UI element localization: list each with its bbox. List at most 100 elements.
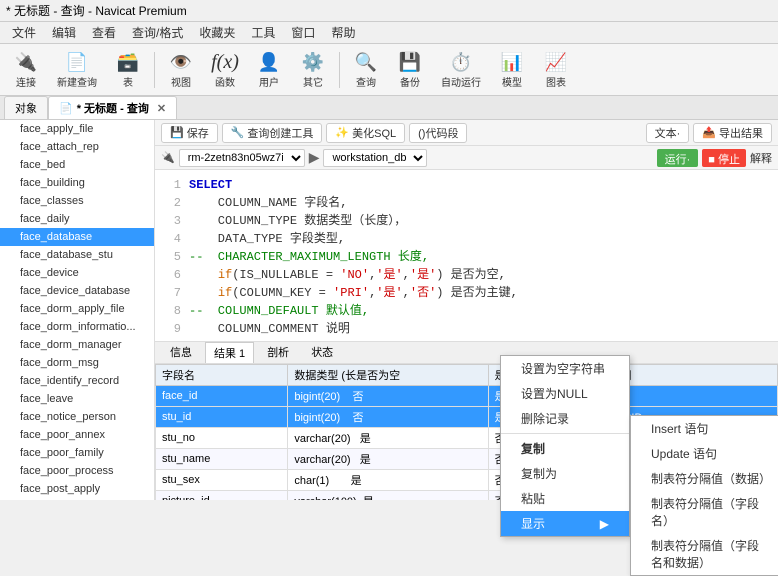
table-button[interactable]: 🗃️ 表	[108, 48, 148, 92]
new-query-label: 新建查询	[57, 74, 97, 89]
ctx-copy[interactable]: 复制	[501, 436, 629, 461]
backup-label: 备份	[400, 74, 420, 89]
query-builder-button[interactable]: 🔧 查询创建工具	[222, 123, 323, 143]
menu-view[interactable]: 查看	[84, 22, 124, 43]
model-button[interactable]: 📊 模型	[492, 48, 532, 92]
tab-query-icon: 📄	[59, 102, 73, 115]
tab-query[interactable]: 📄 * 无标题 - 查询 ✕	[48, 96, 177, 119]
sidebar-item-face-device[interactable]: face_device	[0, 264, 154, 282]
backup-button[interactable]: 💾 备份	[390, 48, 430, 92]
other-button[interactable]: ⚙️ 其它	[293, 48, 333, 92]
autorun-button[interactable]: ⏱️ 自动运行	[434, 48, 488, 92]
ctx-set-empty-string[interactable]: 设置为空字符串	[501, 356, 629, 381]
function-button[interactable]: f(x) 函数	[205, 48, 245, 92]
tab-close-icon[interactable]: ✕	[157, 102, 166, 115]
sidebar-item-face-leave[interactable]: face_leave	[0, 390, 154, 408]
sidebar-item-face-database-stu[interactable]: face_database_stu	[0, 246, 154, 264]
save-icon: 💾	[170, 126, 184, 139]
model-icon: 📊	[500, 51, 524, 74]
sql-editor[interactable]: 1 SELECT 2 COLUMN_NAME 字段名, 3 COLUMN_TYP…	[155, 170, 778, 342]
ctx-set-null[interactable]: 设置为NULL	[501, 381, 629, 406]
editor-line-1: 1 SELECT	[161, 176, 772, 194]
ctx-delete-record[interactable]: 删除记录	[501, 406, 629, 431]
connect-icon: 🔌	[14, 51, 38, 74]
editor-line-8: 8 -- COLUMN_DEFAULT 默认值,	[161, 302, 772, 320]
editor-line-6: 6 if(IS_NULLABLE = 'NO','是','是') 是否为空,	[161, 266, 772, 284]
result-tab-analyze[interactable]: 剖析	[258, 342, 298, 364]
sidebar-item-face-poor-annex[interactable]: face_poor_annex	[0, 426, 154, 444]
user-label: 用户	[259, 74, 279, 89]
sidebar-item-face-daily[interactable]: face_daily	[0, 210, 154, 228]
view-button[interactable]: 👁️ 视图	[161, 48, 201, 92]
sidebar-item-face-post-apply[interactable]: face_post_apply	[0, 480, 154, 498]
code-snippet-label: ()代码段	[418, 125, 458, 141]
sidebar-item-face-attach-rep[interactable]: face_attach_rep	[0, 138, 154, 156]
cell-field: face_id	[156, 385, 288, 406]
database-select[interactable]: workstation_db	[323, 149, 427, 167]
menu-query[interactable]: 查询/格式	[124, 22, 191, 43]
menu-help[interactable]: 帮助	[323, 22, 363, 43]
cell-field: stu_no	[156, 427, 288, 448]
cell-type: bigint(20) 否	[288, 406, 488, 427]
sidebar-item-face-dorm-apply-file[interactable]: face_dorm_apply_file	[0, 300, 154, 318]
result-tab-status[interactable]: 状态	[302, 342, 342, 364]
connect-button[interactable]: 🔌 连接	[6, 48, 46, 92]
connection-select[interactable]: rm-2zetn83n05wz7i	[179, 149, 305, 167]
sidebar-item-face-identify-record[interactable]: face_identify_record	[0, 372, 154, 390]
sidebar-item-face-device-database[interactable]: face_device_database	[0, 282, 154, 300]
text-button[interactable]: 文本·	[646, 123, 690, 143]
ctx-show[interactable]: 显示 ▶	[501, 511, 629, 536]
query-button[interactable]: 🔍 查询	[346, 48, 386, 92]
sub-ctx-update[interactable]: Update 语句	[631, 441, 778, 466]
query-icon: 🔍	[354, 51, 378, 74]
sidebar-item-face-database[interactable]: face_database	[0, 228, 154, 246]
save-button[interactable]: 💾 保存	[161, 123, 218, 143]
chart-button[interactable]: 📈 图表	[536, 48, 576, 92]
tab-objects[interactable]: 对象	[4, 96, 48, 119]
query-label: 查询	[356, 74, 376, 89]
sidebar-item-face-notice-person[interactable]: face_notice_person	[0, 408, 154, 426]
sidebar-item-face-poor-process[interactable]: face_poor_process	[0, 462, 154, 480]
sidebar-item-face-poor-family[interactable]: face_poor_family	[0, 444, 154, 462]
backup-icon: 💾	[398, 51, 422, 74]
sub-ctx-tab-data[interactable]: 制表符分隔值（数据）	[631, 466, 778, 491]
menu-window[interactable]: 窗口	[283, 22, 323, 43]
table-header-row: 字段名 数据类型 (长是否为空 是否为主键 说明	[156, 364, 778, 385]
toolbar: 🔌 连接 📄 新建查询 🗃️ 表 👁️ 视图 f(x) 函数 👤 用户 ⚙️ 其…	[0, 44, 778, 96]
ctx-paste[interactable]: 粘贴	[501, 486, 629, 511]
beautify-sql-button[interactable]: ✨ 美化SQL	[326, 123, 405, 143]
stop-button[interactable]: ■ 停止	[702, 149, 746, 167]
menu-favorites[interactable]: 收藏夹	[191, 22, 243, 43]
run-button[interactable]: 运行·	[657, 149, 699, 167]
sidebar-item-face-dorm-msg[interactable]: face_dorm_msg	[0, 354, 154, 372]
editor-line-2: 2 COLUMN_NAME 字段名,	[161, 194, 772, 212]
menu-file[interactable]: 文件	[4, 22, 44, 43]
ctx-copy-as[interactable]: 复制为	[501, 461, 629, 486]
query-builder-label: 查询创建工具	[247, 125, 313, 141]
conn-bar: 🔌 rm-2zetn83n05wz7i ▶ workstation_db 运行·…	[155, 146, 778, 170]
table-row[interactable]: face_id bigint(20) 否 是 ID	[156, 385, 778, 406]
result-tab-info[interactable]: 信息	[161, 342, 201, 364]
menu-tools[interactable]: 工具	[243, 22, 283, 43]
editor-line-4: 4 DATA_TYPE 字段类型,	[161, 230, 772, 248]
cell-field: picture_id	[156, 490, 288, 500]
export-result-button[interactable]: 📤 导出结果	[693, 123, 772, 143]
code-snippet-button[interactable]: ()代码段	[409, 123, 467, 143]
function-label: 函数	[215, 74, 235, 89]
sidebar-item-face-dorm-information[interactable]: face_dorm_informatio...	[0, 318, 154, 336]
user-button[interactable]: 👤 用户	[249, 48, 289, 92]
sidebar-item-face-dorm-manager[interactable]: face_dorm_manager	[0, 336, 154, 354]
table-label: 表	[123, 74, 133, 89]
result-tab-result1[interactable]: 结果 1	[205, 342, 254, 363]
cell-type: varchar(20) 是	[288, 448, 488, 469]
menu-edit[interactable]: 编辑	[44, 22, 84, 43]
sub-ctx-insert[interactable]: Insert 语句	[631, 416, 778, 441]
new-query-button[interactable]: 📄 新建查询	[50, 48, 104, 92]
sub-ctx-tab-fields[interactable]: 制表符分隔值（字段名）	[631, 491, 778, 533]
sub-ctx-tab-both[interactable]: 制表符分隔值（字段名和数据）	[631, 533, 778, 575]
sidebar-item-face-classes[interactable]: face_classes	[0, 192, 154, 210]
sidebar-item-face-bed[interactable]: face_bed	[0, 156, 154, 174]
explain-button[interactable]: 解释	[750, 150, 772, 166]
sidebar-item-face-apply-file[interactable]: face_apply_file	[0, 120, 154, 138]
sidebar-item-face-building[interactable]: face_building	[0, 174, 154, 192]
